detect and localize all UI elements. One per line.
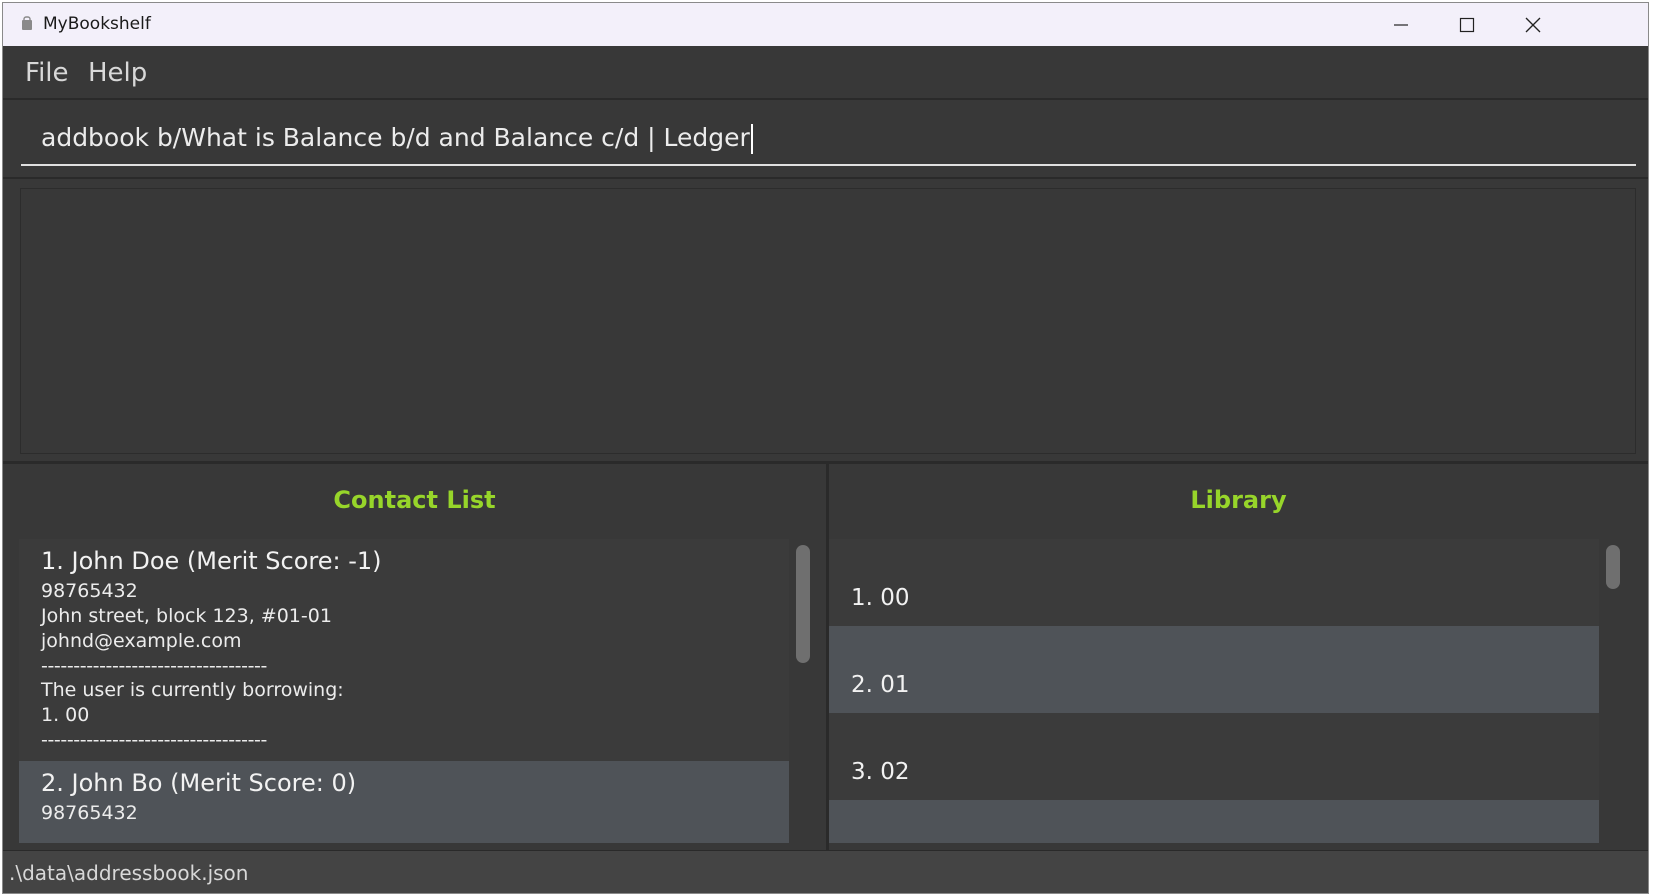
- close-icon: [1525, 17, 1541, 32]
- book-row[interactable]: 1. 00: [829, 539, 1599, 626]
- menu-file[interactable]: File: [25, 58, 69, 88]
- app-icon: [22, 16, 32, 30]
- contact-name: 1. John Doe (Merit Score: -1): [41, 547, 382, 575]
- contact-card[interactable]: 2. John Bo (Merit Score: 0) 98765432: [19, 761, 789, 843]
- book-row[interactable]: 3. 02: [829, 713, 1599, 800]
- title-bar[interactable]: MyBookshelf: [3, 3, 1648, 46]
- library-title: Library: [1190, 486, 1287, 514]
- command-input[interactable]: addbook b/What is Balance b/d and Balanc…: [21, 110, 1636, 166]
- menu-help[interactable]: Help: [88, 58, 147, 88]
- result-display-area: [3, 179, 1648, 464]
- borrowing-label: The user is currently borrowing:: [41, 679, 344, 701]
- status-bar: .\data\addressbook.json: [3, 850, 1648, 893]
- library-list-view[interactable]: 1. 00 2. 01 3. 02: [829, 539, 1629, 843]
- contact-phone: 98765432: [41, 802, 138, 824]
- book-label: 3. 02: [851, 759, 910, 785]
- book-label: 1. 00: [851, 585, 910, 611]
- contact-list-view[interactable]: 1. John Doe (Merit Score: -1) 98765432 J…: [19, 539, 819, 843]
- window-title: MyBookshelf: [43, 14, 151, 34]
- data-file-path: .\data\addressbook.json: [9, 861, 249, 885]
- contact-divider: -----------------------------------: [41, 729, 267, 751]
- maximize-icon: [1459, 17, 1475, 32]
- book-label: 2. 01: [851, 672, 910, 698]
- minimize-button[interactable]: [1368, 3, 1434, 46]
- book-row[interactable]: [829, 800, 1599, 843]
- contact-name: 2. John Bo (Merit Score: 0): [41, 769, 357, 797]
- contact-scrollbar-thumb[interactable]: [796, 545, 810, 663]
- menu-bar: File Help: [3, 46, 1648, 100]
- book-row[interactable]: 2. 01: [829, 626, 1599, 713]
- borrowed-book: 1. 00: [41, 704, 90, 726]
- maximize-button[interactable]: [1434, 3, 1500, 46]
- app-window: MyBookshelf File Help addbook b/What is …: [2, 2, 1649, 894]
- contact-list-title: Contact List: [333, 486, 496, 514]
- contact-scrollbar[interactable]: [789, 539, 819, 843]
- contact-divider: -----------------------------------: [41, 655, 267, 677]
- result-display[interactable]: [20, 188, 1636, 454]
- contact-phone: 98765432: [41, 580, 138, 602]
- command-text: addbook b/What is Balance b/d and Balanc…: [41, 123, 750, 152]
- library-panel: Library 1. 00 2. 01 3. 02: [829, 464, 1648, 853]
- contact-email: johnd@example.com: [41, 630, 242, 652]
- contact-list-panel: Contact List 1. John Doe (Merit Score: -…: [3, 464, 829, 853]
- minimize-icon: [1394, 23, 1408, 26]
- text-caret: [750, 124, 753, 154]
- library-scrollbar[interactable]: [1599, 539, 1629, 843]
- contact-address: John street, block 123, #01-01: [41, 605, 332, 627]
- command-box-area: addbook b/What is Balance b/d and Balanc…: [3, 100, 1648, 179]
- library-scrollbar-thumb[interactable]: [1606, 545, 1620, 589]
- close-button[interactable]: [1500, 3, 1566, 46]
- contact-card[interactable]: 1. John Doe (Merit Score: -1) 98765432 J…: [19, 539, 789, 760]
